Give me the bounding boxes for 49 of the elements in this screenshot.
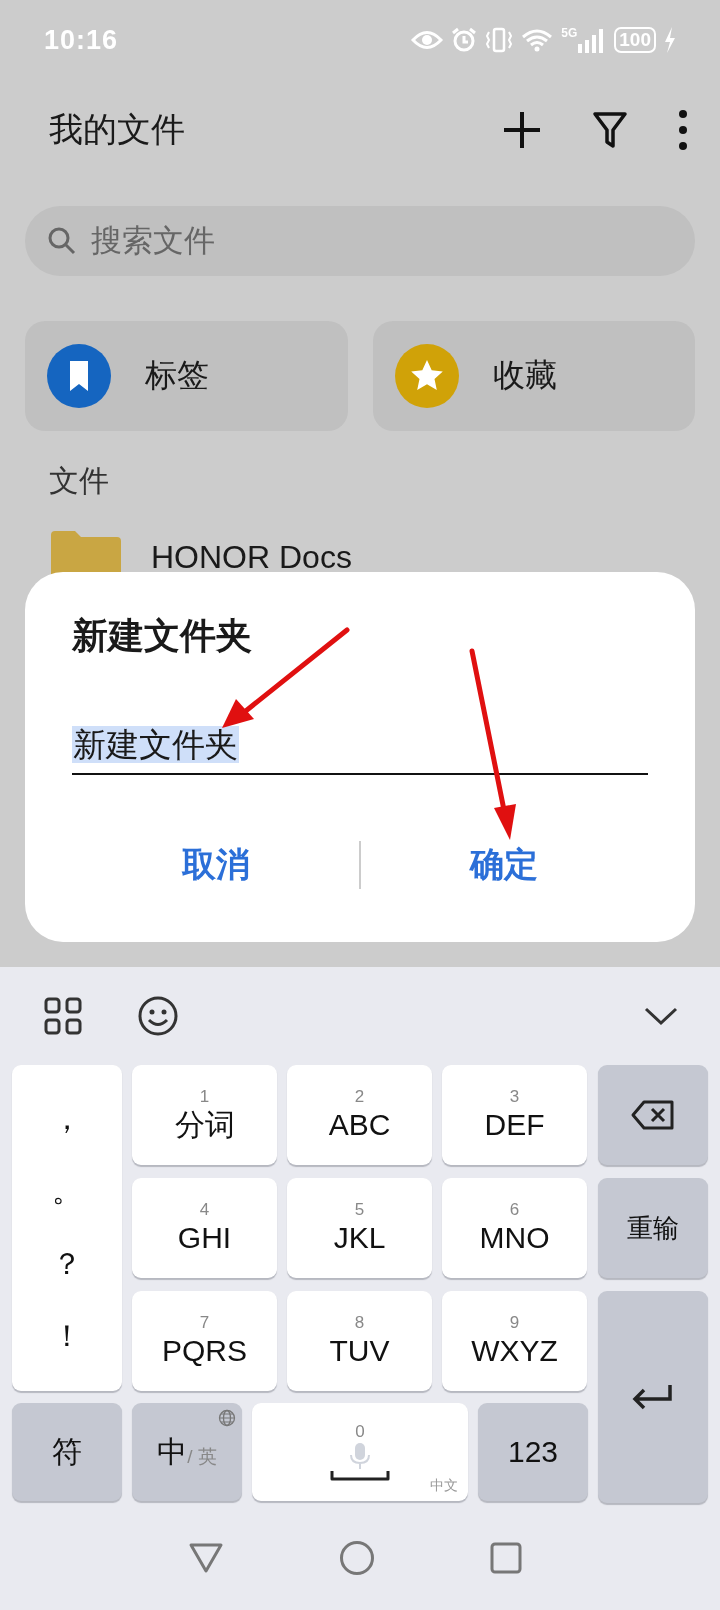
globe-icon [218,1409,236,1427]
filter-icon[interactable] [592,110,628,150]
wifi-icon [521,28,554,52]
collapse-icon[interactable] [644,1006,678,1026]
search-icon [47,226,77,256]
apps-grid-icon[interactable] [44,997,82,1035]
punctuation-key[interactable]: ， 。 ？ ！ [12,1065,122,1391]
keyboard-key[interactable]: 123 [478,1403,588,1501]
vibrate-icon [485,27,514,53]
microphone-icon [349,1442,371,1470]
home-icon[interactable] [339,1540,375,1576]
shortcut-card[interactable]: 标签 [25,321,348,431]
add-icon[interactable] [502,110,542,150]
recents-icon[interactable] [490,1542,522,1574]
folder-name-field[interactable]: 新建文件夹 [72,723,648,775]
folder-name[interactable]: HONOR Docs [151,538,352,576]
keyboard-key[interactable]: 4 GHI [132,1178,277,1278]
shortcut-card[interactable]: 收藏 [372,321,695,431]
keyboard-key[interactable]: 重输 [598,1178,708,1278]
confirm-button[interactable]: 确定 [360,842,648,888]
section-label: 文件 [49,463,110,499]
charging-icon [664,27,676,53]
space-key[interactable]: 0 中文 [252,1403,468,1501]
language-key[interactable]: 中/ 英 [132,1403,242,1501]
eye-icon [411,29,444,51]
enter-icon [632,1383,674,1411]
keyboard-key[interactable]: 2 ABC [287,1065,432,1165]
keyboard-key[interactable]: 1 分词 [132,1065,277,1165]
search-placeholder: 搜索文件 [91,222,215,260]
keyboard-key[interactable]: 8 TUV [287,1291,432,1391]
card-label: 标签 [145,356,209,395]
keyboard-key[interactable]: 3 DEF [442,1065,587,1165]
bookmark-icon [47,344,111,408]
backspace-icon [631,1100,675,1130]
page-title: 我的文件 [49,109,186,150]
keyboard-key[interactable]: 9 WXYZ [442,1291,587,1391]
keyboard-key[interactable]: 符 [12,1403,122,1501]
more-icon[interactable] [678,109,688,151]
card-label: 收藏 [492,356,557,395]
back-icon[interactable] [188,1542,224,1574]
keyboard-key[interactable]: 7 PQRS [132,1291,277,1391]
keyboard-key[interactable]: 5 JKL [287,1178,432,1278]
alarm-icon [451,27,478,53]
delete-key[interactable] [598,1065,708,1165]
dialog-title: 新建文件夹 [72,614,253,658]
cancel-button[interactable]: 取消 [72,842,360,888]
emoji-icon[interactable] [137,995,179,1037]
keyboard-key[interactable]: 6 MNO [442,1178,587,1278]
space-bar-icon [330,1470,390,1482]
